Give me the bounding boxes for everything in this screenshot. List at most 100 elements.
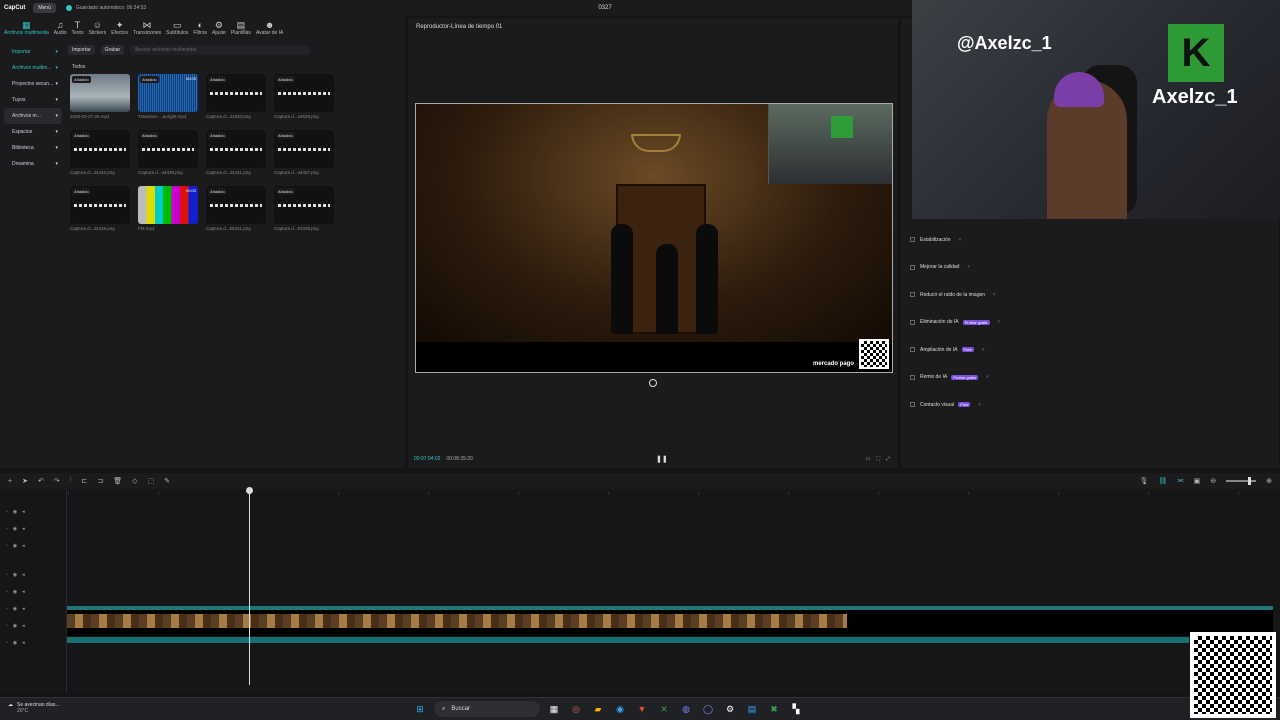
webcam-overlay[interactable]	[768, 104, 892, 184]
media-search-input[interactable]: Buscar archivos multimedia	[130, 45, 311, 55]
nav-item[interactable]: Archivos m... ▾	[4, 108, 62, 124]
nav-item[interactable]: Importar ▾	[4, 44, 62, 60]
checkbox[interactable]	[910, 292, 915, 298]
property-row[interactable]: Eliminación de IA Probar gratis ▾	[910, 309, 1276, 337]
crop-icon[interactable]: ⛶	[876, 456, 880, 462]
eye-icon[interactable]: ◉	[13, 572, 17, 578]
media-item[interactable]: Añadido Captura d...44431.png	[206, 130, 266, 177]
menu-button[interactable]: Menú	[33, 3, 56, 13]
nav-item[interactable]: Dreamina ▾	[4, 156, 62, 172]
folder-icon[interactable]: ▰	[590, 701, 606, 717]
media-item[interactable]: Añadido Captura d...50441.png	[206, 186, 266, 233]
xbox-icon[interactable]: ✕	[656, 701, 672, 717]
windows-start-icon[interactable]: ⊞	[412, 701, 428, 717]
tool-media[interactable]: ▦ Archivos multimedia	[4, 20, 49, 36]
eye-icon[interactable]: ◉	[13, 543, 17, 549]
audio-icon[interactable]: ◂	[22, 572, 25, 578]
obs-icon[interactable]: ◯	[700, 701, 716, 717]
ratio-icon[interactable]: ▭	[866, 456, 871, 462]
undo-icon[interactable]: ↶	[38, 477, 44, 485]
import-button[interactable]: Importar	[68, 45, 95, 55]
property-row[interactable]: Remix de IA Probar gratis ▾	[910, 364, 1276, 392]
checkbox[interactable]	[910, 319, 915, 325]
store-icon[interactable]: ▤	[744, 701, 760, 717]
lock-icon[interactable]: ▫	[6, 509, 8, 515]
media-item[interactable]: Añadido Captura d...44442.png	[70, 130, 130, 177]
tool-effects[interactable]: ✦ Efectos	[111, 20, 128, 36]
anchor-icon[interactable]	[649, 379, 657, 387]
checkbox[interactable]	[910, 374, 915, 380]
tool-transitions[interactable]: ⋈ Transiciones	[133, 20, 161, 36]
preview-icon[interactable]: ▣	[1194, 477, 1201, 485]
media-item[interactable]: Añadido 00:05 Transition ...puright.mp4	[138, 74, 198, 121]
lock-icon[interactable]: ▫	[6, 589, 8, 595]
lock-icon[interactable]: ▫	[6, 543, 8, 549]
tool-adjust[interactable]: ⚙ Ajuste	[212, 20, 226, 36]
media-item[interactable]: 00:03 FM.mp4	[138, 186, 198, 233]
zoom-out-icon[interactable]: ⊖	[1210, 477, 1216, 485]
video-clip[interactable]	[67, 606, 1273, 636]
eye-icon[interactable]: ◉	[13, 509, 17, 515]
nav-item[interactable]: Tuyos ▾	[4, 92, 62, 108]
split-icon[interactable]: ⫶	[70, 477, 72, 485]
lock-icon[interactable]: ▫	[6, 572, 8, 578]
tool-sticker[interactable]: ☺ Stickers	[89, 20, 107, 36]
lock-icon[interactable]: ▫	[6, 640, 8, 646]
nav-item[interactable]: Archivos multim... ▾	[4, 60, 62, 76]
media-item[interactable]: Añadido Captura d...44628.png	[274, 74, 334, 121]
settings-icon[interactable]: ⚙	[722, 701, 738, 717]
media-item[interactable]: Añadido Captura d...44427.png	[274, 130, 334, 177]
eye-icon[interactable]: ◉	[13, 606, 17, 612]
capcut-taskbar-icon[interactable]: ▚	[788, 701, 804, 717]
property-row[interactable]: Ampliación de IA Free ▾	[910, 336, 1276, 364]
lock-icon[interactable]: ▫	[6, 623, 8, 629]
nav-item[interactable]: Proyectos secun... ▾	[4, 76, 62, 92]
nav-item[interactable]: Espacios ▾	[4, 124, 62, 140]
playhead[interactable]	[246, 487, 253, 685]
mic-icon[interactable]: 🎙	[1140, 477, 1149, 485]
task-view-icon[interactable]: ▦	[546, 701, 562, 717]
select-icon[interactable]: ➤	[22, 477, 28, 485]
link-icon[interactable]: ⛓	[1158, 477, 1167, 485]
eye-icon[interactable]: ◉	[13, 526, 17, 532]
weather-widget[interactable]: ☁ Se avecinan días... 20°C	[8, 702, 60, 714]
tool-audio[interactable]: ♫ Audio	[54, 20, 67, 36]
tool-avatar[interactable]: ☻ Avatar de IA	[256, 20, 283, 36]
media-item[interactable]: Añadido Captura d...44438.png	[138, 130, 198, 177]
video-preview[interactable]: mercado pago	[415, 103, 893, 373]
checkbox[interactable]	[910, 402, 915, 408]
eye-icon[interactable]: ◉	[13, 640, 17, 646]
record-button[interactable]: Grabar	[100, 45, 125, 55]
property-row[interactable]: Mejorar la calidad ▾	[910, 254, 1276, 282]
trim-left-icon[interactable]: ⊏	[81, 477, 87, 485]
delete-icon[interactable]: 🗑	[113, 477, 122, 485]
brave-icon[interactable]: ▼	[634, 701, 650, 717]
checkbox[interactable]	[910, 237, 915, 243]
eye-icon[interactable]: ◉	[13, 589, 17, 595]
audio-icon[interactable]: ◂	[22, 543, 25, 549]
media-item[interactable]: Añadido 2026-03-27-26.mp4	[70, 74, 130, 121]
discord-icon[interactable]: ◍	[678, 701, 694, 717]
media-item[interactable]: Añadido Captura d...41920.png	[206, 74, 266, 121]
media-item[interactable]: Añadido Captura d...44418.png	[70, 186, 130, 233]
lock-icon[interactable]: ▫	[6, 606, 8, 612]
fullscreen-icon[interactable]: ⤢	[886, 456, 890, 462]
property-row[interactable]: Estabilización ▾	[910, 226, 1276, 254]
tool-filters[interactable]: ◐ Filtros	[193, 20, 207, 36]
audio-clip[interactable]	[67, 637, 1189, 643]
taskbar-search[interactable]: ⌕ Buscar	[434, 701, 540, 717]
snap-icon[interactable]: ⫘	[1177, 477, 1183, 485]
property-row[interactable]: Reducir el ruido de la imagen ▾	[910, 281, 1276, 309]
magic-icon[interactable]: ✎	[164, 477, 170, 485]
zoom-in-icon[interactable]: ⊕	[1266, 477, 1272, 485]
tool-text[interactable]: T Texto	[72, 20, 84, 36]
edge-icon[interactable]: ◉	[612, 701, 628, 717]
checkbox[interactable]	[910, 347, 915, 353]
tool-subtitles[interactable]: ▭ Subtítulos	[166, 20, 188, 36]
trim-right-icon[interactable]: ⊐	[97, 477, 103, 485]
audio-icon[interactable]: ◂	[22, 509, 25, 515]
excel-icon[interactable]: ✖	[766, 701, 782, 717]
tool-templates[interactable]: ▤ Plantillas	[231, 20, 251, 36]
redo-icon[interactable]: ↷	[54, 477, 60, 485]
audio-icon[interactable]: ◂	[22, 623, 25, 629]
